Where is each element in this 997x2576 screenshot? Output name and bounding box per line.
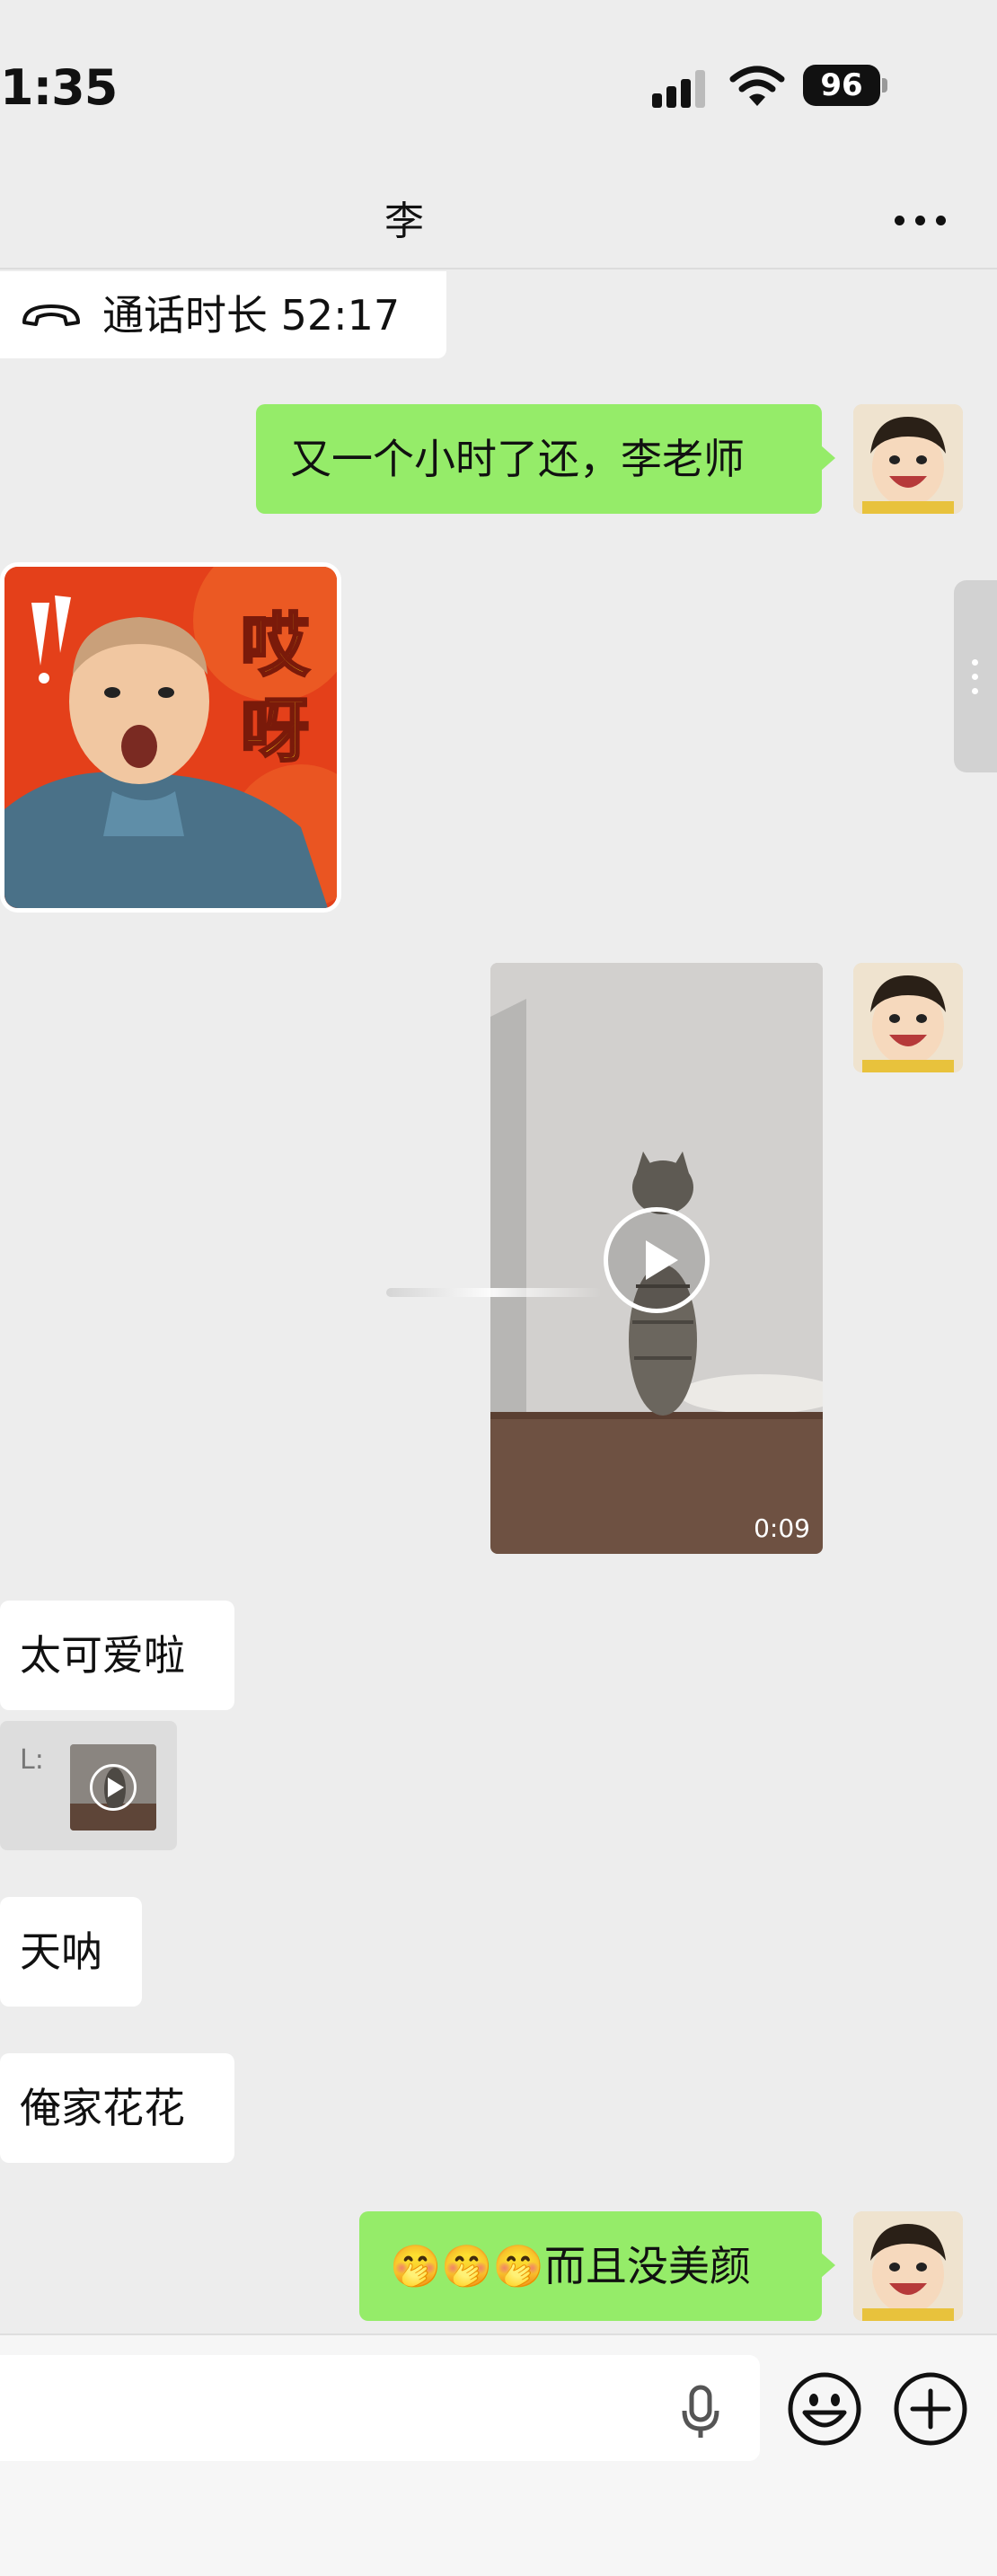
play-icon (90, 1764, 137, 1811)
input-bar (0, 2333, 997, 2576)
message-text: 🤭🤭🤭而且没美颜 (390, 2242, 751, 2290)
message-text: 俺家花花 (20, 2084, 185, 2132)
play-button[interactable] (604, 1207, 710, 1313)
battery-level: 96 (803, 65, 880, 106)
play-icon (646, 1240, 678, 1280)
phone-hangup-icon (22, 304, 80, 326)
call-record-bubble[interactable]: 通话时长 52:17 (0, 271, 446, 358)
quoted-video-thumbnail[interactable] (70, 1744, 156, 1831)
wifi-icon (729, 66, 785, 106)
status-bar: 1:35 96 (0, 0, 997, 171)
chat-header: 李 (0, 171, 997, 269)
microphone-icon[interactable] (679, 2384, 722, 2441)
avatar[interactable] (853, 963, 963, 1072)
message-input[interactable] (0, 2355, 760, 2461)
video-duration: 0:09 (754, 1513, 810, 1543)
add-icon[interactable] (893, 2371, 968, 2447)
outgoing-message-bubble[interactable]: 🤭🤭🤭而且没美颜 (359, 2211, 822, 2321)
sticker-image[interactable]: 哎 呀 (0, 562, 341, 913)
side-drag-handle[interactable] (954, 580, 997, 772)
avatar[interactable] (853, 2211, 963, 2321)
outgoing-message-bubble[interactable]: 又一个小时了还，李老师 (256, 404, 822, 514)
emoji-icon[interactable] (787, 2371, 862, 2447)
message-text: 又一个小时了还，李老师 (290, 435, 745, 483)
signal-icon (652, 68, 711, 108)
quoted-video-reply[interactable]: L: (0, 1721, 177, 1850)
video-message[interactable]: 0:09 (490, 963, 823, 1554)
message-text: 天呐 (20, 1928, 102, 1976)
avatar[interactable] (853, 404, 963, 514)
chat-screen: 1:35 96 李 通话时长 52:17 又一个小时了还，李老师 哎 呀 0:0… (0, 0, 997, 2576)
chat-title: 李 (384, 198, 424, 244)
battery-indicator: 96 (803, 65, 887, 106)
quote-label: L: (20, 1744, 44, 1776)
more-icon[interactable] (889, 207, 952, 234)
incoming-message-bubble[interactable]: 太可爱啦 (0, 1601, 234, 1710)
message-text: 太可爱啦 (20, 1631, 185, 1680)
incoming-message-bubble[interactable]: 俺家花花 (0, 2053, 234, 2163)
sticker-text-1: 哎 (240, 604, 311, 687)
call-duration-text: 通话时长 52:17 (102, 290, 401, 340)
sticker-text-2: 呀 (240, 690, 311, 772)
swipe-indicator (386, 1288, 602, 1297)
incoming-message-bubble[interactable]: 天呐 (0, 1897, 142, 2007)
status-time: 1:35 (0, 59, 118, 116)
